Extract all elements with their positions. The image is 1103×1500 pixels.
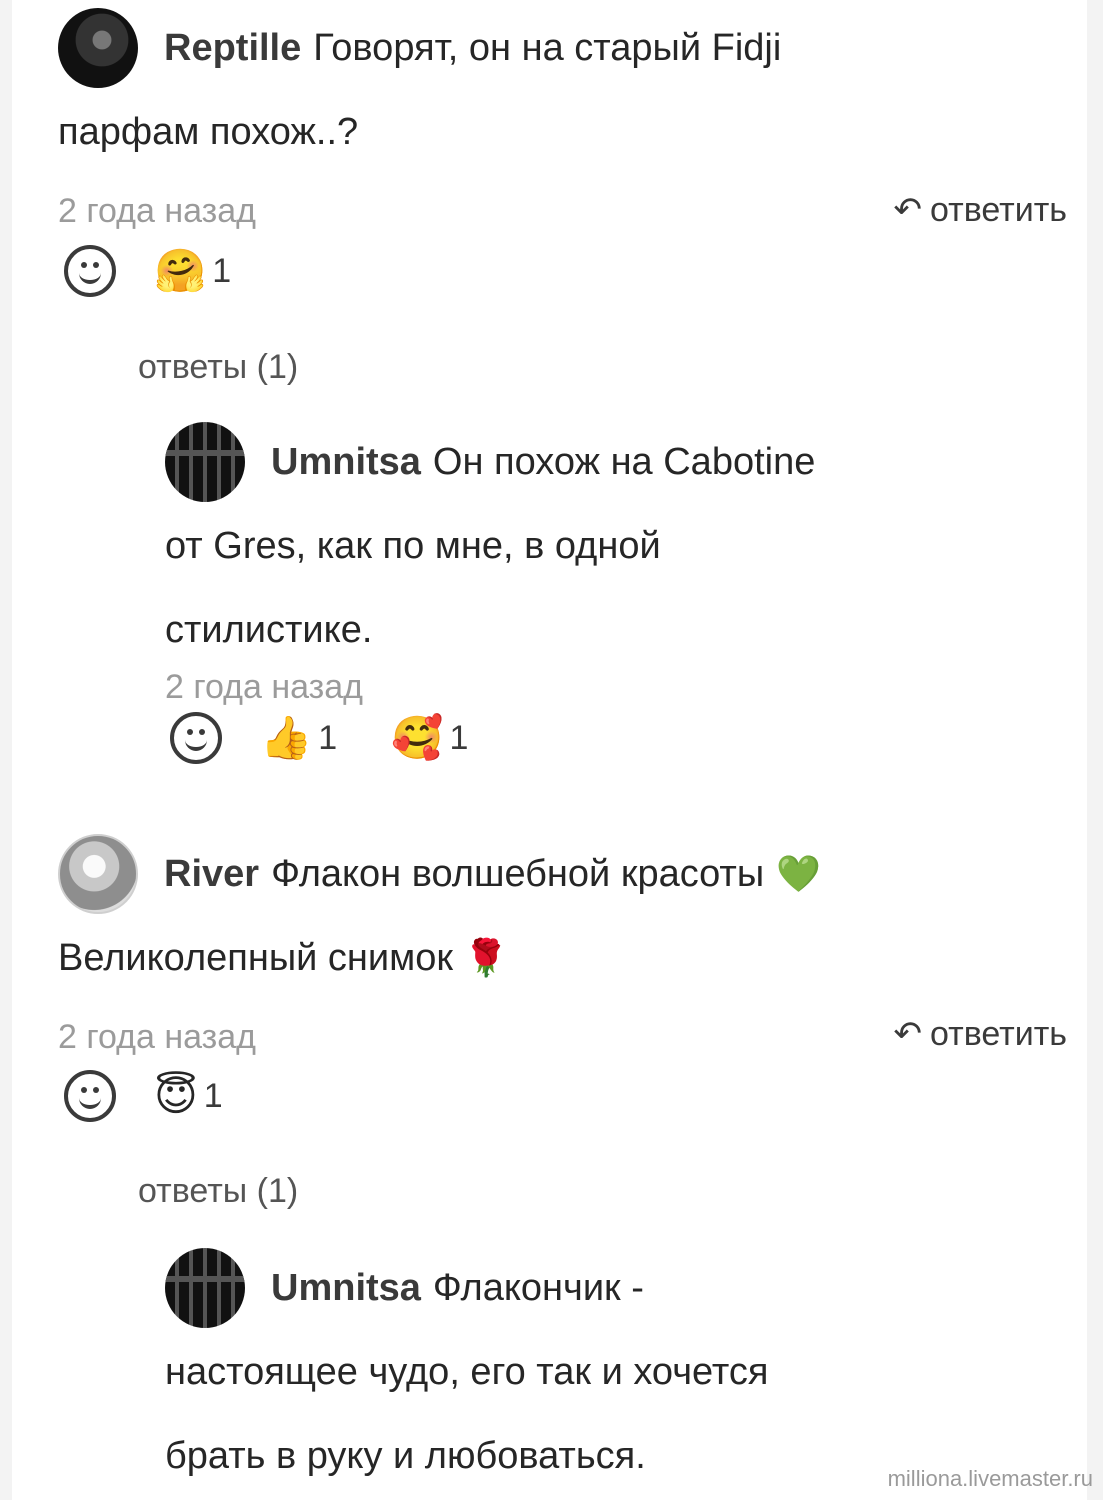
replies-toggle[interactable]: ответы (1) — [138, 1172, 298, 1211]
avatar[interactable] — [165, 422, 245, 502]
avatar[interactable] — [165, 1248, 245, 1328]
comment: Reptille Говорят, он на старый Fidji пар… — [58, 6, 1048, 174]
comment-text: парфам похож..? — [58, 111, 359, 153]
comment-text-line: Великолепный снимок 🌹 — [58, 916, 1048, 1000]
hugging-face-emoji-icon[interactable]: 🤗 — [154, 250, 206, 292]
reply-text: стилистике. — [165, 609, 373, 651]
reply-username[interactable]: Umnitsa — [271, 420, 421, 504]
reply-comment: Umnitsa Флакончик - настоящее чудо, его … — [165, 1246, 1025, 1498]
avatar[interactable] — [58, 8, 138, 88]
reply-text: от Gres, как по мне, в одной — [165, 525, 661, 567]
reaction-count: 1 — [449, 718, 469, 757]
comment-text: Говорят, он на старый Fidji — [313, 27, 782, 69]
rose-emoji-icon: 🌹 — [463, 937, 509, 978]
watermark: milliona.livemaster.ru — [887, 1466, 1093, 1491]
smiling-hearts-emoji-icon[interactable]: 🥰 — [391, 717, 443, 759]
comment: River Флакон волшебной красоты 💚 Великол… — [58, 832, 1048, 1000]
reply-button[interactable]: ↶ ответить — [893, 190, 1067, 230]
reply-timestamp: 2 года назад — [165, 668, 364, 706]
reply-arrow-icon: ↶ — [893, 191, 922, 229]
thumbs-up-emoji-icon[interactable]: 👍 — [260, 717, 312, 759]
green-heart-emoji-icon: 💚 — [776, 853, 821, 894]
reply-text: настоящее чудо, его так и хочется — [165, 1351, 769, 1393]
reply-arrow-icon: ↶ — [893, 1015, 922, 1053]
reply-button-label: ответить — [929, 190, 1067, 229]
reply-comment: Umnitsa Он похож на Cabotine от Gres, ка… — [165, 420, 1025, 672]
reply-button-label: ответить — [929, 1014, 1067, 1053]
reaction-count: 1 — [203, 1076, 223, 1115]
replies-toggle[interactable]: ответы (1) — [138, 348, 298, 387]
reaction-count: 1 — [318, 718, 338, 757]
add-reaction-icon[interactable] — [170, 712, 222, 764]
reactions-bar: 🤗 1 — [64, 245, 285, 297]
comment-text: Флакон волшебной красоты — [271, 853, 765, 895]
reactions-bar: 😇 1 — [64, 1070, 277, 1122]
add-reaction-icon[interactable] — [64, 245, 116, 297]
reply-text: Он похож на Cabotine — [432, 441, 816, 483]
comment-timestamp: 2 года назад — [58, 1018, 257, 1056]
comment-username[interactable]: River — [164, 832, 259, 916]
avatar[interactable] — [58, 834, 138, 914]
reaction-count: 1 — [212, 251, 232, 290]
halo-face-emoji-icon[interactable]: 😇 — [154, 1075, 198, 1117]
comment-timestamp: 2 года назад — [58, 192, 257, 230]
comment-username[interactable]: Reptille — [164, 6, 301, 90]
comment-text: Великолепный снимок — [58, 937, 454, 979]
reply-button[interactable]: ↶ ответить — [893, 1014, 1067, 1054]
reply-username[interactable]: Umnitsa — [271, 1246, 421, 1330]
reactions-bar: 👍 1 🥰 1 — [170, 712, 522, 764]
reply-text: Флакончик - — [432, 1267, 644, 1309]
add-reaction-icon[interactable] — [64, 1070, 116, 1122]
